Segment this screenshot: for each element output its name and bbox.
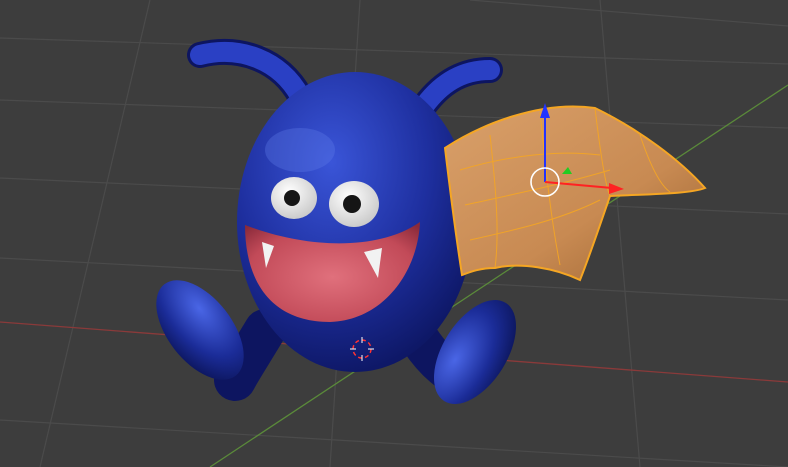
antenna-left [187, 39, 313, 109]
antenna-right [412, 57, 503, 118]
3d-viewport[interactable] [0, 0, 788, 467]
wing-selected[interactable] [443, 105, 707, 282]
eye-right [329, 181, 379, 227]
eye-left [271, 177, 317, 219]
leg-left [156, 280, 286, 401]
viewport-canvas[interactable] [0, 0, 788, 467]
